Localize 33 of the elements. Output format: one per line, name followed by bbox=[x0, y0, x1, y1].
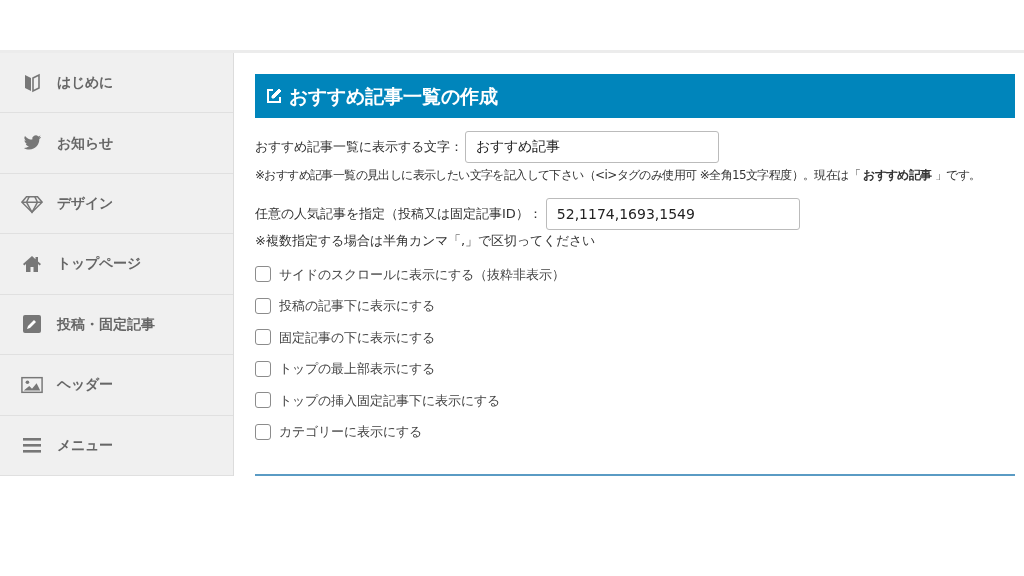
field-label: 任意の人気記事を指定（投稿又は固定記事ID）： bbox=[255, 205, 542, 224]
checkbox[interactable] bbox=[255, 329, 271, 346]
checkbox-label: 投稿の記事下に表示にする bbox=[279, 297, 435, 315]
image-icon bbox=[21, 374, 43, 395]
checkbox-label: トップの最上部表示にする bbox=[279, 360, 435, 378]
edit-icon bbox=[265, 87, 283, 105]
sidebar-item[interactable]: トップページ bbox=[0, 234, 233, 295]
book-icon bbox=[22, 72, 42, 93]
checkbox-label: 固定記事の下に表示にする bbox=[279, 328, 435, 347]
checkbox-label: トップの挿入固定記事下に表示にする bbox=[279, 391, 500, 410]
checkbox[interactable] bbox=[255, 360, 271, 377]
hint-text: ※おすすめ記事一覧の見出しに表示したい文字を記入して下さい（<i>タグのみ使用可 ※全角15文字程度）。現在は「 おすすめ記事 」です。 bbox=[255, 167, 982, 184]
diamond-icon bbox=[21, 193, 43, 214]
sidebar-item[interactable]: メニュー bbox=[0, 415, 233, 476]
input-field[interactable]: おすすめ記事 bbox=[465, 131, 719, 163]
hint-text: ※複数指定する場合は半角カンマ「,」で区切ってください bbox=[255, 232, 597, 250]
checkbox[interactable] bbox=[255, 392, 271, 409]
sidebar-item[interactable]: ヘッダー bbox=[0, 355, 233, 416]
field-label: おすすめ記事一覧に表示する文字： bbox=[255, 138, 463, 157]
sidebar-item[interactable]: デザイン bbox=[0, 173, 233, 235]
checkbox-label: サイドのスクロールに表示にする（抜粋非表示） bbox=[279, 265, 565, 284]
checkbox[interactable] bbox=[255, 423, 271, 440]
sidebar-item[interactable]: お知らせ bbox=[0, 113, 233, 174]
input-field[interactable]: 52,1174,1693,1549 bbox=[545, 198, 800, 230]
checkbox-label: カテゴリーに表示にする bbox=[279, 423, 422, 441]
section-title: おすすめ記事一覧の作成 bbox=[289, 83, 498, 109]
house-icon bbox=[22, 253, 42, 274]
sidebar-item[interactable]: 投稿・固定記事 bbox=[0, 294, 233, 356]
checkbox[interactable] bbox=[255, 266, 271, 283]
checkbox[interactable] bbox=[255, 297, 271, 314]
menu-icon bbox=[22, 435, 42, 456]
sidebar-item[interactable]: はじめに bbox=[0, 53, 233, 114]
pencil-icon bbox=[22, 314, 42, 335]
